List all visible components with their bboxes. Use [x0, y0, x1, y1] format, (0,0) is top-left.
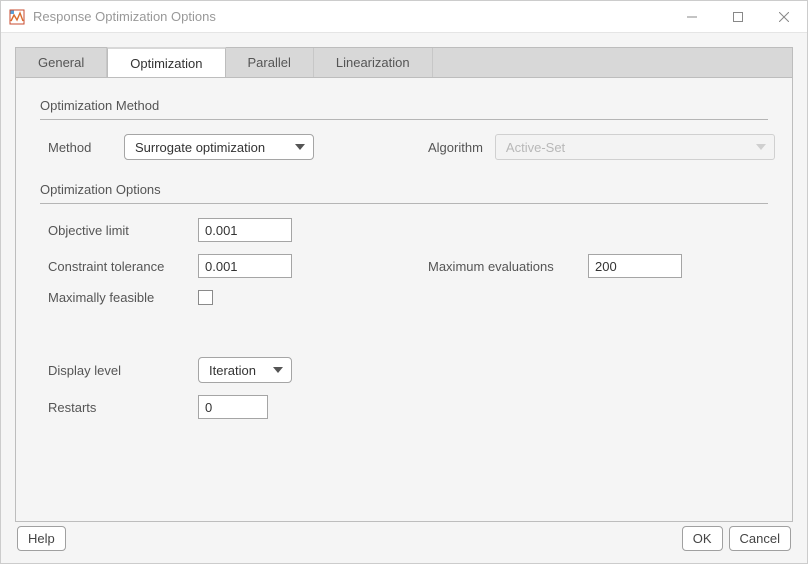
window-title: Response Optimization Options — [33, 9, 669, 24]
display-level-select[interactable]: Iteration — [198, 357, 292, 383]
section-title-options: Optimization Options — [40, 182, 768, 197]
method-row: Method Surrogate optimization Algorithm … — [40, 134, 768, 160]
display-level-label: Display level — [48, 363, 198, 378]
display-level-value: Iteration — [209, 363, 256, 378]
display-level-row: Display level Iteration — [40, 357, 768, 383]
divider — [40, 119, 768, 120]
method-select-value: Surrogate optimization — [135, 140, 265, 155]
method-select[interactable]: Surrogate optimization — [124, 134, 314, 160]
ok-button[interactable]: OK — [682, 526, 723, 551]
dialog-window: Response Optimization Options General Op… — [0, 0, 808, 564]
tab-general[interactable]: General — [16, 48, 107, 77]
constraint-tolerance-label: Constraint tolerance — [48, 259, 198, 274]
tab-parallel[interactable]: Parallel — [226, 48, 314, 77]
method-label: Method — [48, 140, 110, 155]
window-controls — [669, 1, 807, 32]
dialog-button-row: Help OK Cancel — [15, 522, 793, 553]
tab-optimization[interactable]: Optimization — [107, 47, 225, 77]
help-button[interactable]: Help — [17, 526, 66, 551]
algorithm-select: Active-Set — [495, 134, 775, 160]
tab-panel-optimization: Optimization Method Method Surrogate opt… — [15, 77, 793, 522]
objective-limit-row: Objective limit — [40, 218, 768, 242]
algorithm-select-value: Active-Set — [506, 140, 565, 155]
objective-limit-label: Objective limit — [48, 223, 198, 238]
app-icon — [9, 9, 25, 25]
tabstrip: General Optimization Parallel Linearizat… — [15, 47, 793, 77]
restarts-row: Restarts — [40, 395, 768, 419]
maximally-feasible-checkbox[interactable] — [198, 290, 213, 305]
maximize-button[interactable] — [715, 1, 761, 32]
section-title-method: Optimization Method — [40, 98, 768, 113]
chevron-down-icon — [295, 144, 305, 150]
minimize-button[interactable] — [669, 1, 715, 32]
constraint-maxeval-row: Constraint tolerance Maximum evaluations — [40, 254, 768, 278]
max-evaluations-label: Maximum evaluations — [428, 259, 588, 274]
close-button[interactable] — [761, 1, 807, 32]
restarts-label: Restarts — [48, 400, 198, 415]
divider — [40, 203, 768, 204]
max-evaluations-input[interactable] — [588, 254, 682, 278]
constraint-tolerance-input[interactable] — [198, 254, 292, 278]
maximally-feasible-row: Maximally feasible — [40, 290, 768, 305]
chevron-down-icon — [756, 144, 766, 150]
titlebar: Response Optimization Options — [1, 1, 807, 33]
objective-limit-input[interactable] — [198, 218, 292, 242]
cancel-button[interactable]: Cancel — [729, 526, 791, 551]
chevron-down-icon — [273, 367, 283, 373]
maximally-feasible-label: Maximally feasible — [48, 290, 198, 305]
content-area: General Optimization Parallel Linearizat… — [1, 33, 807, 563]
algorithm-label: Algorithm — [428, 140, 483, 155]
restarts-input[interactable] — [198, 395, 268, 419]
tab-linearization[interactable]: Linearization — [314, 48, 433, 77]
